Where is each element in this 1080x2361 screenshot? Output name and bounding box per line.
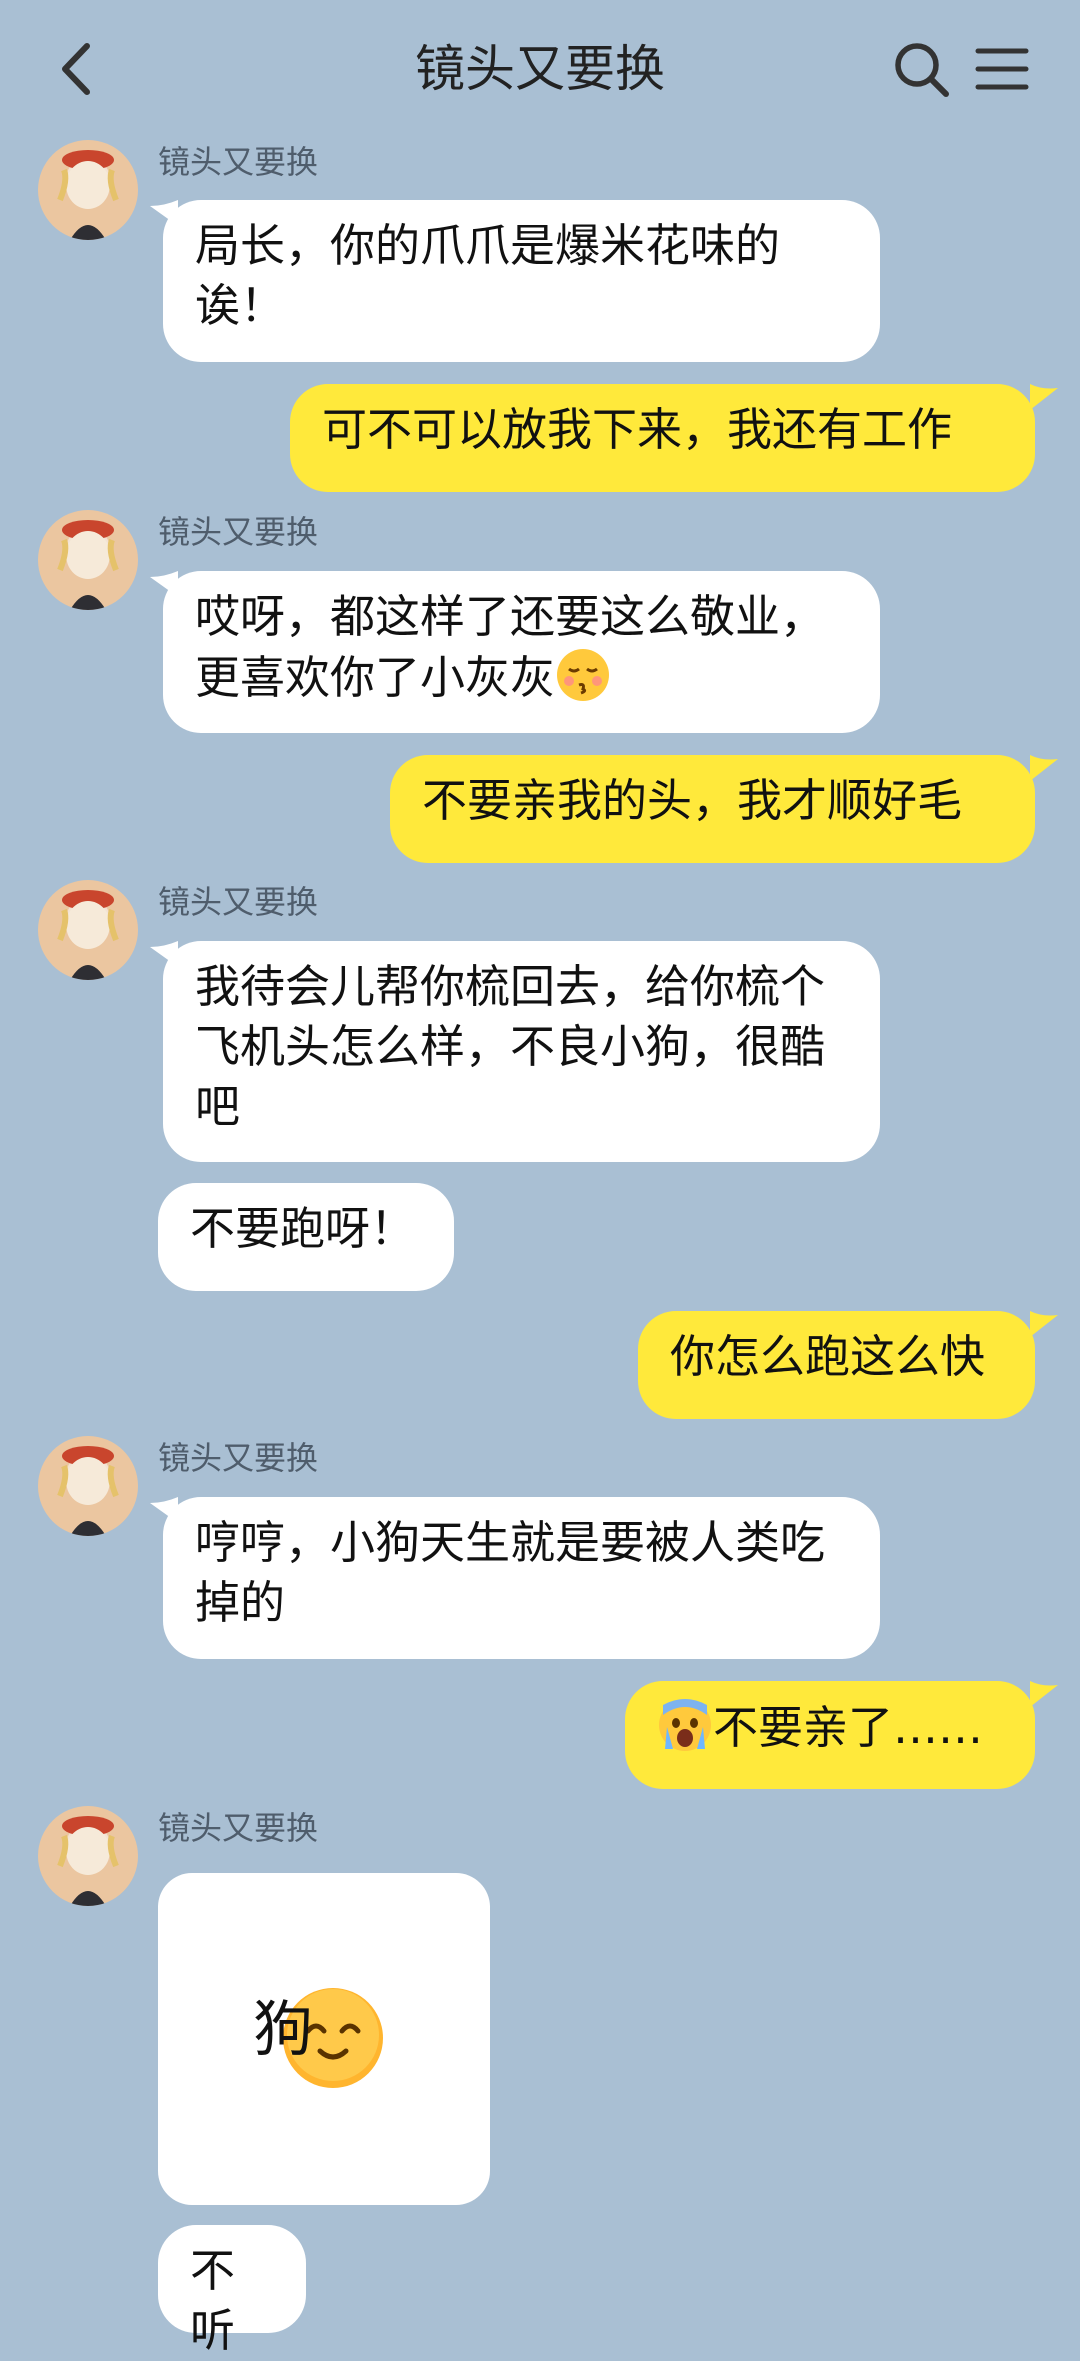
- bubble-tail: [1030, 384, 1058, 410]
- bubble-tail: [1030, 1681, 1058, 1707]
- message-bubble[interactable]: 你怎么跑这么快: [638, 1311, 1035, 1419]
- message-bubble[interactable]: 不要亲了……: [625, 1681, 1035, 1789]
- sender-name: 镜头又要换: [158, 1809, 319, 1847]
- message-text: 哎呀，都这样了还要这么敬业，更喜欢你了小灰灰: [195, 590, 826, 704]
- message-text: 不要亲了……: [713, 1701, 984, 1754]
- message-bubble[interactable]: 局长，你的爪爪是爆米花味的诶！: [163, 200, 880, 362]
- avatar[interactable]: [38, 1806, 138, 1906]
- kissing-face-emoji: [557, 649, 610, 701]
- avatar[interactable]: [38, 140, 138, 240]
- avatar[interactable]: [38, 510, 138, 610]
- message-bubble[interactable]: 哼哼，小狗天生就是要被人类吃掉的: [163, 1497, 880, 1659]
- message-bubble[interactable]: 不听: [158, 2225, 306, 2357]
- chat-header: 镜头又要换: [0, 0, 1080, 140]
- avatar[interactable]: [38, 880, 138, 980]
- bubble-tail: [1030, 755, 1058, 781]
- crying-face-emoji: [659, 1699, 711, 1751]
- message-bubble[interactable]: 可不可以放我下来，我还有工作: [290, 384, 1035, 492]
- sender-name: 镜头又要换: [158, 883, 319, 921]
- sender-name: 镜头又要换: [158, 143, 319, 181]
- message-bubble[interactable]: 我待会儿帮你梳回去，给你梳个飞机头怎么样，不良小狗，很酷吧: [163, 941, 880, 1162]
- avatar[interactable]: [38, 1436, 138, 1536]
- message-bubble[interactable]: 不要跑呀！: [158, 1183, 454, 1291]
- sticker-message[interactable]: 狗: [158, 1873, 490, 2205]
- sender-name: 镜头又要换: [158, 513, 319, 551]
- sticker-text: 狗: [253, 1995, 313, 2065]
- message-bubble[interactable]: 不要亲我的头，我才顺好毛: [390, 755, 1035, 863]
- message-bubble[interactable]: 哎呀，都这样了还要这么敬业，更喜欢你了小灰灰: [163, 571, 880, 733]
- sender-name: 镜头又要换: [158, 1439, 319, 1477]
- bubble-tail: [1030, 1311, 1058, 1337]
- search-icon[interactable]: [892, 40, 952, 100]
- menu-icon[interactable]: [975, 46, 1029, 92]
